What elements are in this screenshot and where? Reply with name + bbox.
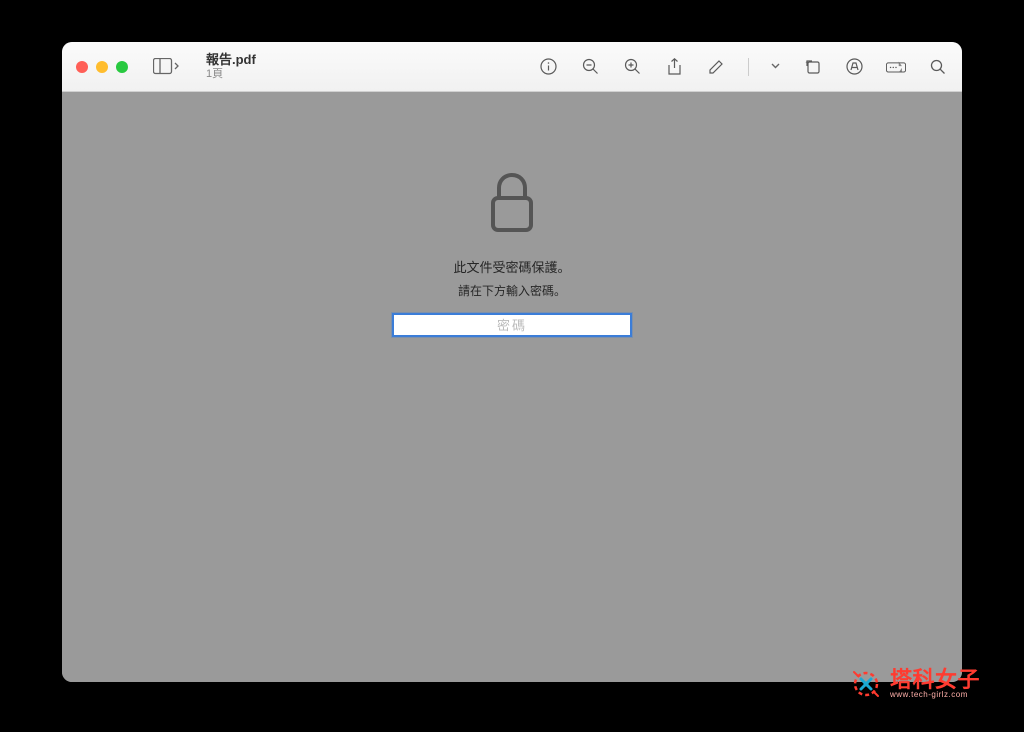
app-window: 報告.pdf 1頁 [62, 42, 962, 682]
zoom-out-button[interactable] [580, 57, 600, 77]
chevron-down-icon [771, 63, 780, 69]
page-count: 1頁 [206, 68, 256, 81]
share-icon [667, 58, 682, 76]
form-button[interactable] [886, 57, 906, 77]
zoom-in-button[interactable] [622, 57, 642, 77]
toolbar-separator [748, 58, 749, 76]
markup-button[interactable] [706, 57, 726, 77]
info-button[interactable] [538, 57, 558, 77]
watermark-text: 塔科女子 www.tech-girlz.com [890, 668, 980, 699]
highlight-button[interactable] [844, 57, 864, 77]
search-icon [930, 59, 946, 75]
lock-icon [487, 172, 537, 239]
content-area: 此文件受密碼保護。 請在下方輸入密碼。 [62, 92, 962, 682]
minimize-button[interactable] [96, 61, 108, 73]
sidebar-toggle-button[interactable] [148, 54, 184, 80]
maximize-button[interactable] [116, 61, 128, 73]
sidebar-icon [153, 58, 179, 76]
instruction-text: 請在下方輸入密碼。 [458, 282, 566, 299]
search-button[interactable] [928, 57, 948, 77]
form-icon [886, 60, 906, 74]
share-button[interactable] [664, 57, 684, 77]
title-block: 報告.pdf 1頁 [206, 53, 256, 81]
toolbar [538, 57, 948, 77]
highlight-icon [846, 58, 863, 75]
rotate-icon [804, 58, 821, 75]
titlebar: 報告.pdf 1頁 [62, 42, 962, 92]
watermark-logo-icon [848, 666, 884, 702]
rotate-button[interactable] [802, 57, 822, 77]
watermark: 塔科女子 www.tech-girlz.com [848, 666, 980, 702]
document-title: 報告.pdf [206, 53, 256, 68]
watermark-url: www.tech-girlz.com [890, 691, 980, 699]
window-controls [76, 61, 128, 73]
dropdown-button[interactable] [771, 61, 780, 72]
watermark-title: 塔科女子 [890, 668, 980, 691]
zoom-in-icon [624, 58, 641, 75]
password-input[interactable] [392, 313, 632, 337]
close-button[interactable] [76, 61, 88, 73]
info-icon [540, 58, 557, 75]
protected-message: 此文件受密碼保護。 [453, 257, 570, 276]
markup-icon [708, 59, 724, 75]
zoom-out-icon [582, 58, 599, 75]
